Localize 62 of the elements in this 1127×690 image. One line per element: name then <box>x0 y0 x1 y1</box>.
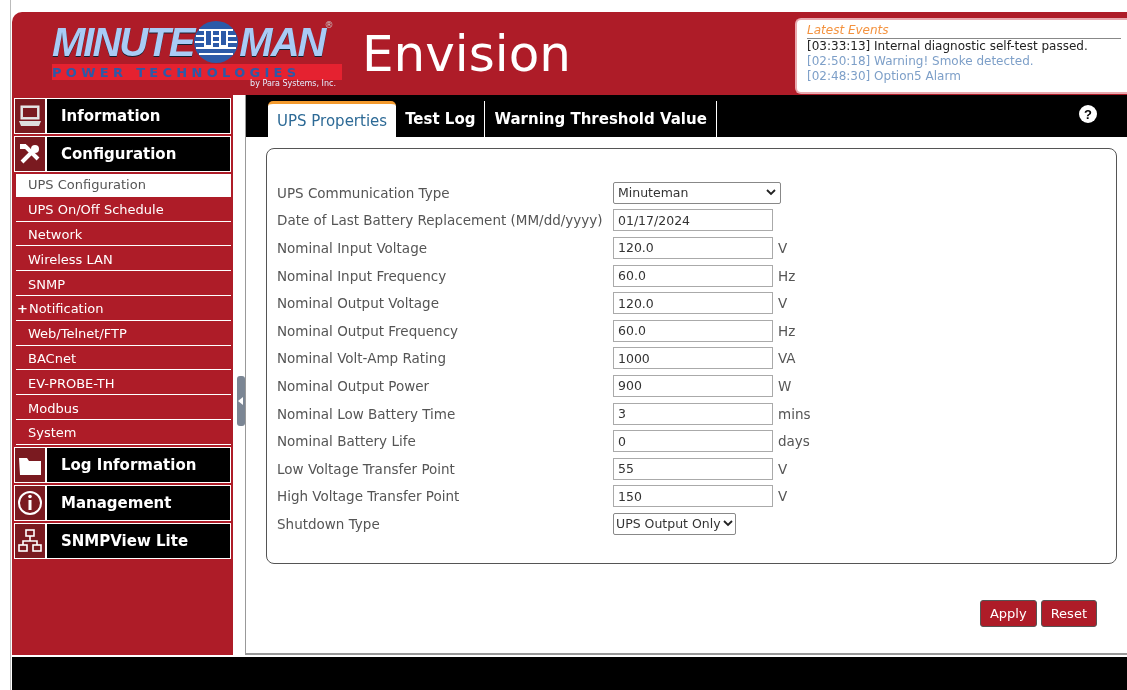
unit-label: V <box>778 240 788 256</box>
field-label: Nominal Volt-Amp Rating <box>277 350 447 367</box>
collapse-handle[interactable] <box>237 376 245 426</box>
event-entry: [02:50:18] Warning! Smoke detected. <box>807 54 1035 69</box>
field-label: Nominal Output Voltage <box>277 295 440 312</box>
sidebar-item[interactable]: UPS Configuration <box>16 174 231 197</box>
tab[interactable]: Test Log <box>396 101 486 137</box>
field-label: Shutdown Type <box>277 515 381 532</box>
form-button[interactable]: Apply <box>979 600 1037 627</box>
chevron-down-icon <box>766 189 776 197</box>
field-label: Low Voltage Transfer Point <box>277 460 456 477</box>
unit-label: V <box>778 460 788 477</box>
field-label: Nominal Output Frequency <box>277 322 460 339</box>
chevron-down-icon <box>723 520 733 528</box>
logo-text: MINUTE <box>52 20 194 63</box>
sidebar-section[interactable]: Log Information <box>14 446 231 483</box>
unit-label: W <box>778 377 792 394</box>
unit-label: V <box>778 488 788 505</box>
input-field[interactable]: 60.0 <box>613 319 773 342</box>
network-icon <box>17 527 43 554</box>
product-title: Envision <box>362 24 571 83</box>
field-label: Nominal Low Battery Time <box>277 405 457 422</box>
logo-text: MAN <box>239 20 325 63</box>
input-field[interactable]: 3 <box>613 402 773 425</box>
form-button[interactable]: Reset <box>1040 600 1097 627</box>
input-field[interactable]: 900 <box>613 374 773 397</box>
field-label: Nominal Output Power <box>277 377 431 394</box>
tab[interactable]: UPS Properties <box>268 101 397 137</box>
unit-label: Hz <box>778 267 796 284</box>
field-label: Nominal Battery Life <box>277 433 417 450</box>
unit-label: VA <box>778 350 796 367</box>
unit-label: Hz <box>778 322 796 339</box>
unit-label: V <box>778 295 788 312</box>
field-label: High Voltage Transfer Point <box>277 488 461 505</box>
input-field[interactable]: 120.0 <box>613 292 773 315</box>
input-field[interactable]: 120.0 <box>613 237 773 259</box>
events-title: Latest Events <box>807 22 1121 39</box>
tab[interactable]: Warning Threshold Value <box>485 101 717 137</box>
input-field[interactable]: 01/17/2024 <box>613 209 773 232</box>
laptop-icon <box>17 103 43 129</box>
field-label: Nominal Input Frequency <box>277 267 448 284</box>
field-label: Date of Last Battery Replacement (MM/dd/yyyy) <box>277 212 604 229</box>
unit-label: days <box>778 433 810 450</box>
input-field[interactable]: 150 <box>613 485 773 508</box>
sidebar-section[interactable]: Configuration <box>14 136 231 172</box>
unit-label: mins <box>778 405 811 422</box>
input-field[interactable]: 0 <box>613 430 773 453</box>
dropdown[interactable]: UPS Output Only <box>613 512 736 535</box>
logo-tagline: POWER TECHNOLOGIES <box>52 63 342 80</box>
sidebar-section[interactable]: Management <box>14 484 231 521</box>
dropdown[interactable]: Minuteman <box>613 181 781 204</box>
input-field[interactable]: 1000 <box>613 347 773 370</box>
input-field[interactable]: 60.0 <box>613 264 773 287</box>
info-icon <box>17 489 43 516</box>
field-label: Nominal Input Voltage <box>277 240 429 256</box>
sidebar-section[interactable]: Information <box>14 98 231 134</box>
field-label: UPS Communication Type <box>277 184 451 201</box>
event-entry: [02:48:30] Option5 Alarm <box>807 69 962 84</box>
logo-byline: by Para Systems, Inc. <box>250 79 336 88</box>
sidebar-section[interactable]: SNMPView Lite <box>14 522 231 559</box>
event-entry: [03:33:13] Internal diagnostic self-test passed. <box>807 39 1089 54</box>
input-field[interactable]: 55 <box>613 457 773 480</box>
